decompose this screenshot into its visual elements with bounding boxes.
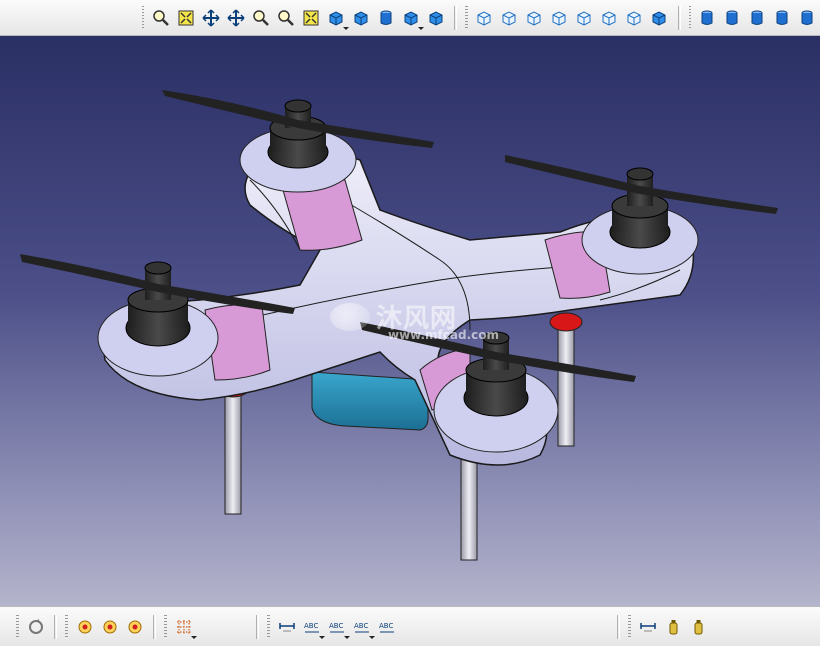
update-icon[interactable] [26, 617, 46, 637]
3d-annotation-icon[interactable]: ABC [352, 617, 375, 639]
shading-mode-icon[interactable] [697, 8, 717, 28]
catalog-icon[interactable] [663, 617, 683, 637]
landing-leg[interactable] [216, 378, 250, 515]
measure-item-icon[interactable] [638, 617, 658, 637]
motor-pod[interactable] [162, 90, 434, 193]
svg-text:ABC: ABC [329, 622, 343, 630]
hide-show-icon[interactable] [401, 8, 424, 30]
inertia-icon[interactable] [688, 617, 708, 637]
svg-text:ABC: ABC [354, 622, 368, 630]
sketcher-icon[interactable] [75, 617, 95, 637]
text-annotation-icon[interactable]: ABC [302, 617, 325, 639]
swap-space-icon[interactable] [426, 8, 446, 28]
svg-text:ABC: ABC [304, 622, 318, 630]
toolbar-grip[interactable] [465, 5, 468, 30]
toolbar-separator [617, 614, 620, 639]
toolbar-grip[interactable] [628, 614, 631, 639]
toolbar-separator [54, 614, 57, 639]
analysis-icon[interactable] [100, 617, 120, 637]
toolbar-separator [256, 614, 259, 639]
landing-leg[interactable] [549, 312, 583, 447]
front-view-icon[interactable] [499, 8, 519, 28]
zoom-in-icon[interactable] [251, 8, 271, 28]
toolbar-grip[interactable] [164, 614, 167, 639]
shading-edges-hidden-icon[interactable] [747, 8, 767, 28]
fly-mode-icon[interactable] [151, 8, 171, 28]
shading-edges-icon[interactable] [722, 8, 742, 28]
zoom-out-icon[interactable] [276, 8, 296, 28]
toolbar-grip[interactable] [65, 614, 68, 639]
battery-pack[interactable] [311, 371, 429, 431]
toolbar-grip[interactable] [267, 614, 270, 639]
shading-material-icon[interactable] [772, 8, 792, 28]
multi-view-icon[interactable] [326, 8, 349, 30]
drone-model[interactable] [0, 36, 820, 606]
fit-all-icon[interactable] [176, 8, 196, 28]
top-view-icon[interactable] [599, 8, 619, 28]
pan-icon[interactable] [201, 8, 221, 28]
apply-material-icon[interactable] [125, 617, 145, 637]
toolbar-grip[interactable] [688, 5, 691, 30]
measure-between-icon[interactable] [277, 617, 297, 637]
back-view-icon[interactable] [524, 8, 544, 28]
view-annotation-icon[interactable]: ABC [377, 617, 397, 637]
compass-icon[interactable] [760, 36, 820, 96]
toolbar-separator [454, 5, 458, 30]
svg-text:ABC: ABC [379, 622, 393, 630]
named-views-icon[interactable] [649, 8, 669, 28]
left-view-icon[interactable] [549, 8, 569, 28]
toolbar-separator [677, 5, 681, 30]
bottom-view-icon[interactable] [624, 8, 644, 28]
right-view-icon[interactable] [574, 8, 594, 28]
view-toolbar [0, 0, 820, 36]
flag-note-icon[interactable]: ABC [327, 617, 350, 639]
3d-viewport[interactable]: 沐风网 www.mfcad.com [0, 36, 820, 606]
toolbar-grip[interactable] [142, 5, 145, 30]
quick-view-icon[interactable] [351, 8, 371, 28]
workbench-toolbar: ABC ABC ABC ABC [0, 606, 820, 646]
normal-view-icon[interactable] [301, 8, 321, 28]
iso-view-icon[interactable] [474, 8, 494, 28]
wireframe-icon[interactable] [797, 8, 817, 28]
toolbar-separator [153, 614, 156, 639]
shading-icon[interactable] [376, 8, 396, 28]
toolbar-grip[interactable] [16, 614, 19, 639]
rotate-icon[interactable] [226, 8, 246, 28]
grid-icon[interactable] [174, 617, 197, 639]
